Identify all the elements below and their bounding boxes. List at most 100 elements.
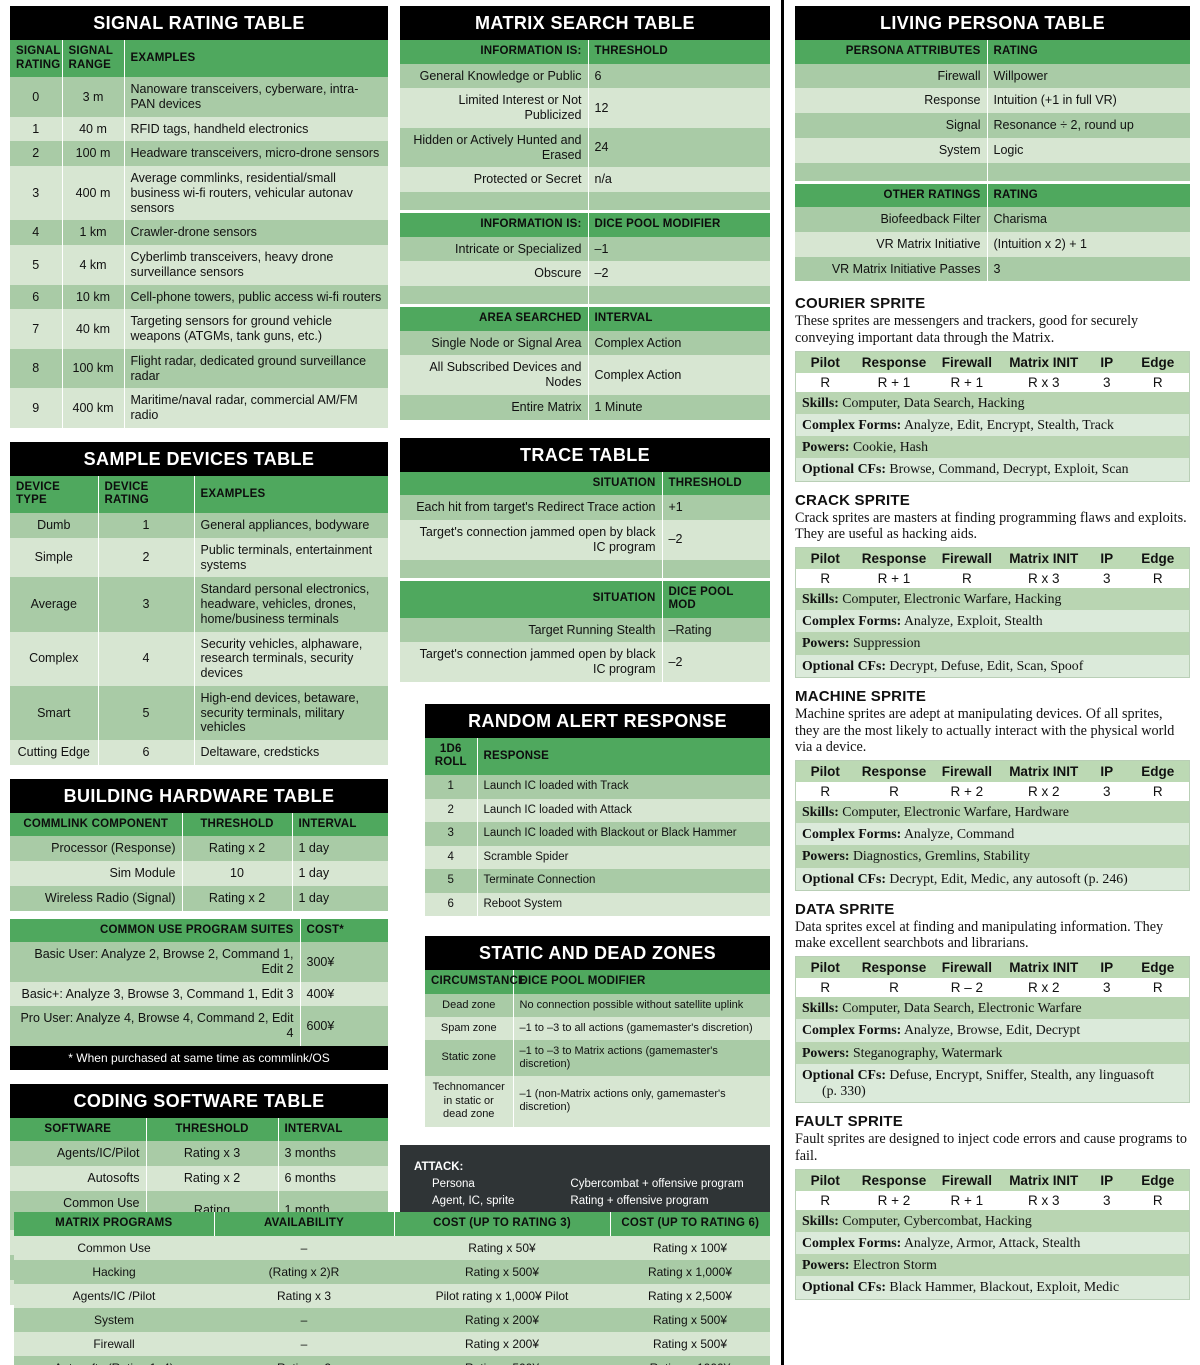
col-commlink-component: COMMLINK COMPONENT <box>10 812 183 837</box>
attack-label: ATTACK: <box>414 1161 464 1174</box>
table-header-row: OTHER RATINGS RATING <box>795 183 1190 208</box>
table-row: Hacking (Rating x 2)R Rating x 500¥ Rating … <box>14 1259 770 1284</box>
sprite-stat-value: R <box>854 978 934 998</box>
sprite-powers-value: Suppression <box>852 635 921 651</box>
cell-other-rating: Biofeedback Filter <box>795 207 988 232</box>
sprite-optional-cfs-value: Black Hammer, Blackout, Exploit, Medic <box>889 1279 1120 1295</box>
sprite-complex-forms: Complex Forms: Analyze, Armor, Attack, S… <box>795 1231 1190 1255</box>
cell-rating: 5 <box>10 245 63 285</box>
sprite-stats-values: RR + 2R + 1R x 33R <box>795 1190 1190 1210</box>
table-row: 2 100 m Headware transceivers, micro-drone… <box>10 141 388 167</box>
matrix-search-table: MATRIX SEARCH TABLE INFORMATION IS: THRE… <box>400 6 770 420</box>
table-row: Each hit from target's Redirect Trace ac… <box>400 495 770 520</box>
signal-rating-table: SIGNAL RATING TABLE SIGNAL RATING SIGNAL… <box>10 6 388 428</box>
sprite-complex-forms-value: Analyze, Browse, Edit, Decrypt <box>903 1022 1081 1038</box>
cell-rating: 4 <box>10 220 63 246</box>
attack-row: Agent, IC, sprite Rating + offensive pro… <box>414 1193 754 1211</box>
cell-response: Scramble Spider <box>477 845 770 870</box>
col-situation: SITUATION <box>400 471 663 496</box>
sprite-stat-value: R <box>1126 781 1190 801</box>
sample-devices-table-title: SAMPLE DEVICES TABLE <box>10 441 388 476</box>
table-header-row: SITUATION THRESHOLD <box>400 471 770 496</box>
table-row: VR Matrix Initiative Passes 3 <box>795 256 1190 282</box>
cell-type: Smart <box>10 685 99 740</box>
sprite-stat-value: R + 1 <box>854 568 934 588</box>
col-signal-rating: SIGNAL RATING <box>10 40 63 78</box>
sprite-skills-label: Skills: <box>802 803 839 819</box>
sprite-description: Data sprites excel at finding and manipu… <box>795 918 1164 952</box>
attack-row: Persona Cybercombat + offensive program <box>414 1176 754 1194</box>
sprite-stat-value: 3 <box>1087 372 1127 392</box>
table-row: 6 Reboot System <box>425 892 770 917</box>
sprite-optional-cfs-label: Optional CFs: <box>802 657 886 673</box>
col-device-type: DEVICE TYPE <box>10 475 99 513</box>
cell-cost: 400¥ <box>300 981 388 1007</box>
sprite-optional-cfs-row: Optional CFs: Black Hammer, Blackout, Ex… <box>795 1276 1190 1300</box>
table-header-row: COMMON USE PROGRAM SUITES COST* <box>10 918 388 943</box>
sprite-stat-header: IP <box>1087 760 1127 782</box>
sprite-stat-value: R x 2 <box>1000 781 1088 801</box>
table-row: Autosofts Rating x 26 months <box>10 1166 388 1191</box>
sprite-stat-header: Pilot <box>795 760 855 782</box>
cell-availability: – <box>214 1308 394 1333</box>
cell-attribute: Signal <box>795 113 988 138</box>
sprite-complex-forms: Complex Forms: Analyze, Exploit, Stealth <box>795 610 1190 633</box>
sprite-stat-header: Pilot <box>795 547 855 569</box>
cell-cost3: Rating x 200¥ <box>394 1308 610 1333</box>
cell-cost3: Rating x 50¥ <box>394 1235 610 1260</box>
col-cost-rating-3: COST (UP TO RATING 3) <box>394 1212 611 1236</box>
cell-info: Intricate or Specialized <box>400 236 589 262</box>
table-row: Firewall Willpower <box>795 63 1190 89</box>
sprite-skills: Skills: Computer, Data Search, Hacking <box>795 391 1190 414</box>
cell-circumstance: Spam zone <box>425 1016 514 1040</box>
col-d6-roll: 1D6 ROLL <box>425 737 478 775</box>
cell-rating: Willpower <box>987 63 1190 89</box>
sprite-powers-row: Powers: Cookie, Hash <box>795 436 1190 459</box>
col-dice-pool-mod: DICE POOL MOD <box>662 580 770 618</box>
cell-threshold: Rating x 2 <box>146 1166 279 1191</box>
table-row: Entire Matrix 1 Minute <box>400 394 770 420</box>
col-threshold: THRESHOLD <box>588 40 770 64</box>
sprite-stats-header: Pilot Response Firewall Matrix INIT IP Edge <box>795 1169 1190 1191</box>
table-header-row: MATRIX PROGRAMS AVAILABILITY COST (UP TO… <box>14 1212 770 1236</box>
col-situation: SITUATION <box>400 580 663 618</box>
table-row: 7 40 km Targeting sensors for ground vehic… <box>10 309 388 349</box>
cell-response: Reboot System <box>477 892 770 917</box>
sprite-stat-value: R <box>1126 568 1190 588</box>
table-row: Average 3 Standard personal electronics, h… <box>10 577 388 632</box>
cell-cost6: Rating x 500¥ <box>610 1332 770 1357</box>
table-row: System – Rating x 200¥ Rating x 500¥ <box>14 1308 770 1333</box>
table-row: Basic User: Analyze 2, Browse 2, Command… <box>10 942 388 982</box>
sprite-stat-value: R – 2 <box>933 978 1001 998</box>
sprite-stat-header: Edge <box>1126 547 1190 569</box>
sprite-stats-table: Pilot Response Firewall Matrix INIT IP Edge R R… <box>795 759 1190 891</box>
sprite-powers-value: Diagnostics, Gremlins, Stability <box>852 848 1031 864</box>
col-rating: RATING <box>987 183 1190 208</box>
static-dead-zones-table: STATIC AND DEAD ZONES CIRCUMSTANCE DICE … <box>425 936 770 1128</box>
sprite-powers-label: Powers: <box>802 1044 850 1060</box>
table-row: Pro User: Analyze 4, Browse 4, Command 2… <box>10 1006 388 1046</box>
table-row: Processor (Response) Rating x 21 day <box>10 836 388 862</box>
cell-info: Hidden or Actively Hunted and Erased <box>400 127 589 168</box>
table-row: 41 km Crawler-drone sensors <box>10 220 388 246</box>
table-header-row: INFORMATION IS: THRESHOLD <box>400 40 770 64</box>
cell-rating: 5 <box>98 685 195 740</box>
sprite-powers-row: Powers: Electron Storm <box>795 1254 1190 1277</box>
cell-circumstance: Technomancer in static or dead zone <box>425 1075 514 1128</box>
sprite-skills: Skills: Computer, Cybercombat, Hacking <box>795 1209 1190 1232</box>
col-signal-range: SIGNAL RANGE <box>62 40 125 78</box>
table-row: Biofeedback Filter Charisma <box>795 207 1190 232</box>
table-row: Simple 2 Public terminals, entertainment s… <box>10 537 388 578</box>
left-column: SIGNAL RATING TABLE SIGNAL RATING SIGNAL… <box>10 6 388 1319</box>
cell-rating: Logic <box>987 137 1190 163</box>
sprite-stat-value: R <box>854 781 934 801</box>
table-row: 4 Scramble Spider <box>425 845 770 870</box>
sprite-stat-value: R + 1 <box>933 372 1001 392</box>
cell-other-rating: VR Matrix Initiative <box>795 231 988 257</box>
cell-modifier: –Rating <box>662 617 770 643</box>
col-threshold: THRESHOLD <box>182 812 293 837</box>
middle-column: MATRIX SEARCH TABLE INFORMATION IS: THRE… <box>400 6 770 1365</box>
cell-rating: 0 <box>10 77 63 117</box>
cell-rating: 9 <box>10 388 63 428</box>
cell-info: Limited Interest or Not Publicized <box>400 88 589 128</box>
